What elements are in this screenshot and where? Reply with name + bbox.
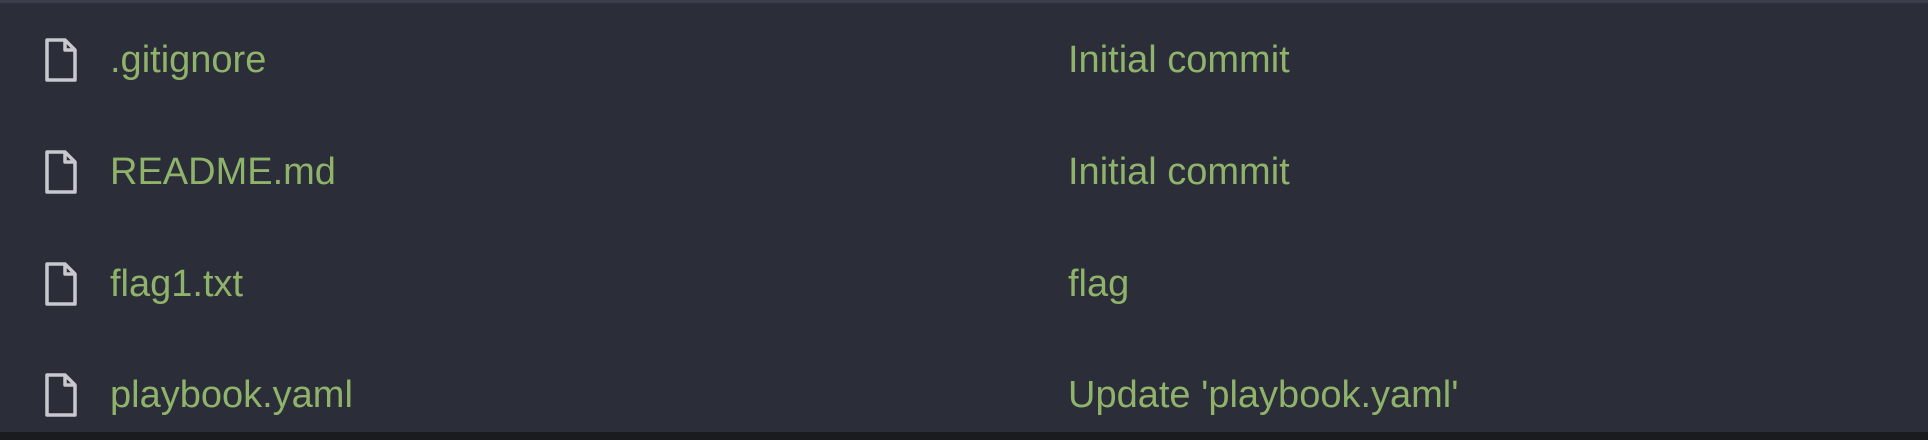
- file-row: .gitignore Initial commit: [0, 6, 1928, 117]
- commit-message-link[interactable]: Initial commit: [1068, 148, 1290, 196]
- file-row: flag1.txt flag: [0, 228, 1928, 339]
- file-row: README.md Initial commit: [0, 117, 1928, 228]
- commit-message-link[interactable]: Update 'playbook.yaml': [1068, 371, 1459, 419]
- file-icon: [45, 150, 77, 194]
- bottom-border: [0, 432, 1928, 440]
- file-icon: [45, 262, 77, 306]
- file-name-link[interactable]: playbook.yaml: [110, 371, 353, 419]
- commit-message-link[interactable]: flag: [1068, 260, 1129, 308]
- file-name-link[interactable]: flag1.txt: [110, 260, 243, 308]
- file-icon: [45, 373, 77, 417]
- file-name-link[interactable]: README.md: [110, 148, 336, 196]
- file-icon: [45, 38, 77, 82]
- commit-message-link[interactable]: Initial commit: [1068, 36, 1290, 84]
- file-name-link[interactable]: .gitignore: [110, 36, 266, 84]
- file-list: .gitignore Initial commit README.md Init…: [0, 0, 1928, 432]
- file-row: playbook.yaml Update 'playbook.yaml': [0, 339, 1928, 435]
